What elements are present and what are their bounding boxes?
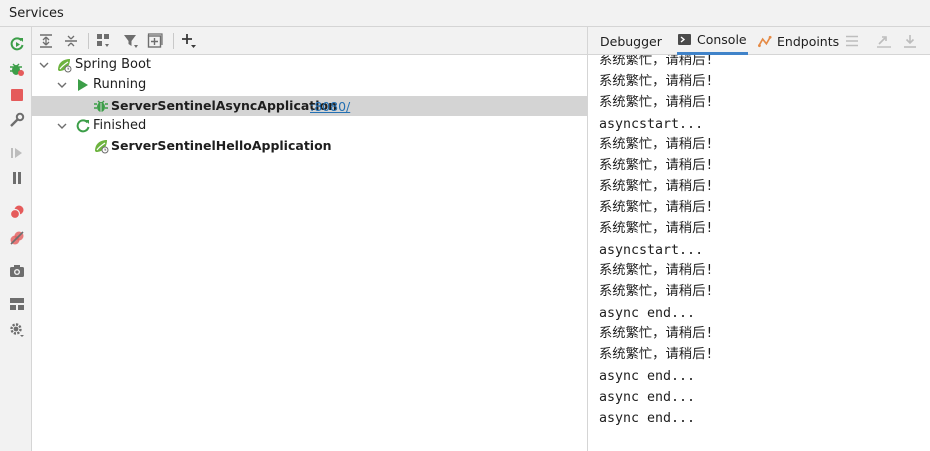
console-line: 系统繁忙，请稍后!: [599, 137, 714, 152]
chevron-down-icon[interactable]: [56, 119, 68, 133]
spring-boot-app-icon: [93, 138, 109, 154]
console-line: 系统繁忙，请稍后!: [599, 284, 714, 299]
tab-debugger[interactable]: Debugger: [600, 27, 662, 55]
pause-icon[interactable]: [8, 169, 25, 186]
console-line: 系统繁忙，请稍后!: [599, 74, 714, 89]
console-icon: [678, 33, 692, 47]
console-line: 系统繁忙，请稍后!: [599, 95, 714, 110]
endpoints-icon: [758, 34, 772, 48]
layout-icon[interactable]: [8, 295, 25, 312]
rerun-icon[interactable]: [8, 35, 25, 52]
tree-label-hello-app: ServerSentinelHelloApplication: [111, 138, 332, 153]
tree-node-spring-boot[interactable]: Spring Boot: [32, 55, 587, 75]
console-line: async end...: [599, 390, 696, 405]
expand-all-icon[interactable]: [37, 32, 55, 50]
console-line: asyncstart...: [599, 243, 704, 258]
tree-label-running: Running: [93, 77, 147, 92]
tree-node-async-app[interactable]: ServerSentinelAsyncApplication :8080/: [32, 96, 587, 116]
tree-node-hello-app[interactable]: ServerSentinelHelloApplication: [32, 136, 587, 156]
tree-label-spring-boot: Spring Boot: [75, 57, 152, 72]
filter-icon[interactable]: [122, 32, 140, 50]
console-line: 系统繁忙，请稍后!: [599, 347, 714, 362]
mute-breakpoints-icon[interactable]: [8, 229, 25, 246]
debug-icon[interactable]: [8, 60, 25, 77]
console-line: asyncstart...: [599, 117, 704, 132]
console-line: 系统繁忙，请稍后!: [599, 326, 714, 341]
stop-icon[interactable]: [8, 86, 25, 103]
chevron-down-icon[interactable]: [38, 58, 50, 72]
tab-debugger-label: Debugger: [600, 33, 662, 49]
add-service-icon[interactable]: [180, 32, 198, 50]
download-icon[interactable]: [902, 33, 918, 49]
run-icon: [75, 77, 91, 93]
group-by-icon[interactable]: [95, 32, 113, 50]
console-output[interactable]: 系统繁忙，请稍后! 系统繁忙，请稍后! 系统繁忙，请稍后! asyncstart…: [588, 55, 930, 451]
console-line: async end...: [599, 369, 696, 384]
new-tab-icon[interactable]: [146, 32, 164, 50]
services-tree: Spring Boot Running ServerSentinelAsyncA…: [32, 55, 587, 451]
tab-endpoints[interactable]: Endpoints: [758, 27, 839, 55]
services-toolbar: [32, 27, 587, 55]
console-line: async end...: [599, 306, 696, 321]
tab-endpoints-label: Endpoints: [777, 33, 840, 49]
gear-icon[interactable]: [8, 321, 25, 338]
tree-node-running[interactable]: Running: [32, 75, 587, 95]
debug-bug-icon: [93, 98, 109, 114]
tab-console[interactable]: Console: [677, 27, 748, 55]
spring-boot-icon: [56, 57, 72, 73]
window-title: Services: [9, 6, 64, 21]
chevron-down-icon[interactable]: [56, 78, 68, 92]
console-line: 系统繁忙，请稍后!: [599, 221, 714, 236]
console-line: 系统繁忙，请稍后!: [599, 55, 714, 68]
view-breakpoints-icon[interactable]: [8, 203, 25, 220]
console-line: 系统繁忙，请稍后!: [599, 158, 714, 173]
tree-label-finished: Finished: [93, 118, 147, 133]
rerun-icon: [75, 118, 91, 134]
port-link[interactable]: :8080/: [310, 99, 350, 114]
title-bar: Services: [0, 0, 930, 27]
left-action-bar: [0, 27, 32, 451]
camera-icon[interactable]: [8, 262, 25, 279]
console-line: async end...: [599, 411, 696, 426]
scroll-to-top-icon[interactable]: [876, 33, 892, 49]
settings-wrench-icon[interactable]: [8, 111, 25, 128]
console-line: 系统繁忙，请稍后!: [599, 179, 714, 194]
collapse-all-icon[interactable]: [62, 32, 80, 50]
tab-console-label: Console: [697, 32, 747, 47]
detail-tab-bar: Debugger Console Endpoints: [588, 27, 930, 55]
console-line: 系统繁忙，请稍后!: [599, 200, 714, 215]
menu-lines-icon[interactable]: [844, 33, 860, 49]
tree-node-finished[interactable]: Finished: [32, 116, 587, 136]
tree-label-async-app: ServerSentinelAsyncApplication: [111, 98, 338, 113]
console-line: 系统繁忙，请稍后!: [599, 263, 714, 278]
resume-icon[interactable]: [8, 144, 25, 161]
